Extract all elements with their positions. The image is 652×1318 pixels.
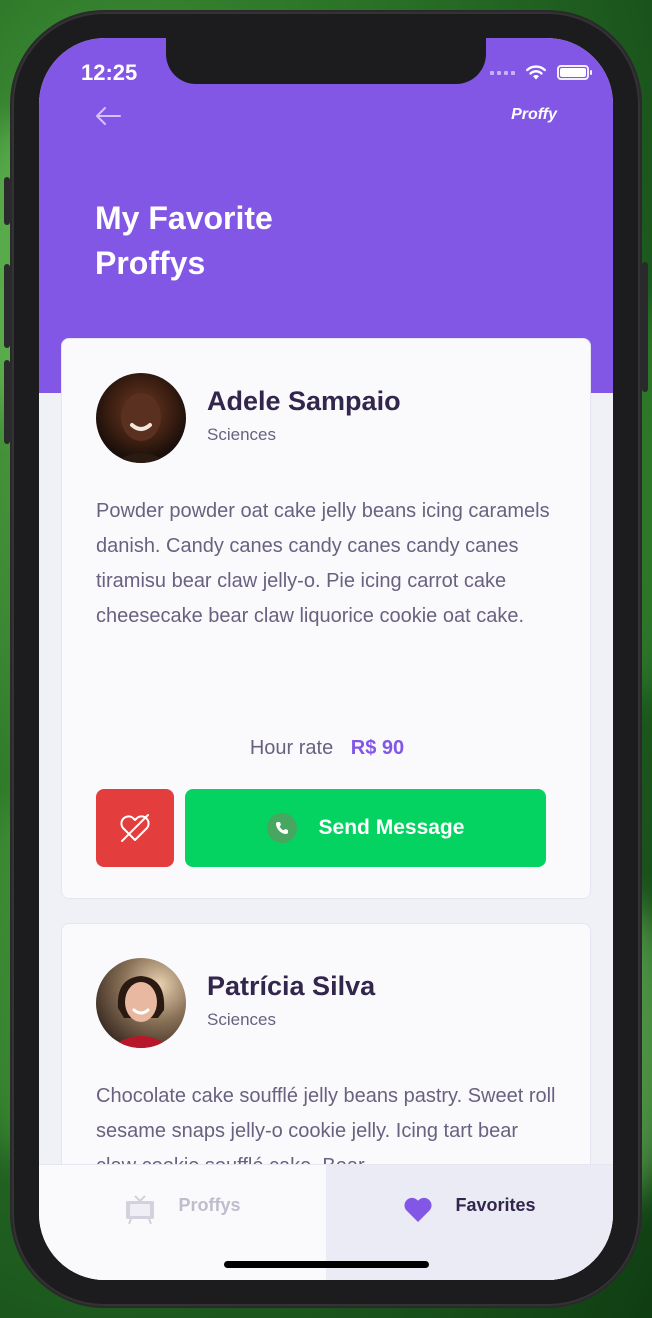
- back-arrow-icon[interactable]: [94, 102, 122, 130]
- signal-icon: [490, 70, 515, 75]
- price-label: Hour rate: [249, 737, 334, 759]
- unfavorite-button[interactable]: [96, 789, 174, 867]
- avatar: [96, 958, 186, 1048]
- wifi-icon: [526, 65, 546, 80]
- send-message-label: Send Message: [318, 816, 465, 839]
- avatar: [96, 373, 186, 463]
- notch: [166, 38, 486, 84]
- heart-outline-broken-icon: [120, 814, 150, 842]
- home-indicator: [224, 1261, 429, 1268]
- status-icons: [490, 64, 592, 81]
- teacher-card: Adele Sampaio Sciences Powder powder oat…: [61, 338, 591, 899]
- teacher-subject: Sciences: [207, 425, 276, 444]
- app-screen: 12:25 Proffy My Favorite Proffys Adele S…: [39, 38, 613, 1280]
- teacher-bio: Powder powder oat cake jelly beans icing…: [96, 500, 550, 627]
- battery-icon: [557, 65, 592, 80]
- whatsapp-icon: [266, 813, 297, 843]
- teacher-name: Adele Sampaio: [207, 386, 401, 416]
- price-row: Hour rate R$ 90: [62, 737, 592, 760]
- tv-icon: [126, 1195, 155, 1225]
- teacher-name: Patrícia Silva: [207, 971, 376, 1001]
- price-value: R$ 90: [350, 737, 405, 759]
- brand-logo: Proffy: [511, 106, 557, 123]
- teacher-subject: Sciences: [207, 1010, 276, 1029]
- page-title: My Favorite Proffys: [95, 200, 273, 281]
- heart-icon: [404, 1197, 432, 1222]
- tab-favorites-label: Favorites: [455, 1195, 536, 1215]
- status-time: 12:25: [81, 60, 138, 85]
- send-message-button[interactable]: Send Message: [185, 789, 546, 867]
